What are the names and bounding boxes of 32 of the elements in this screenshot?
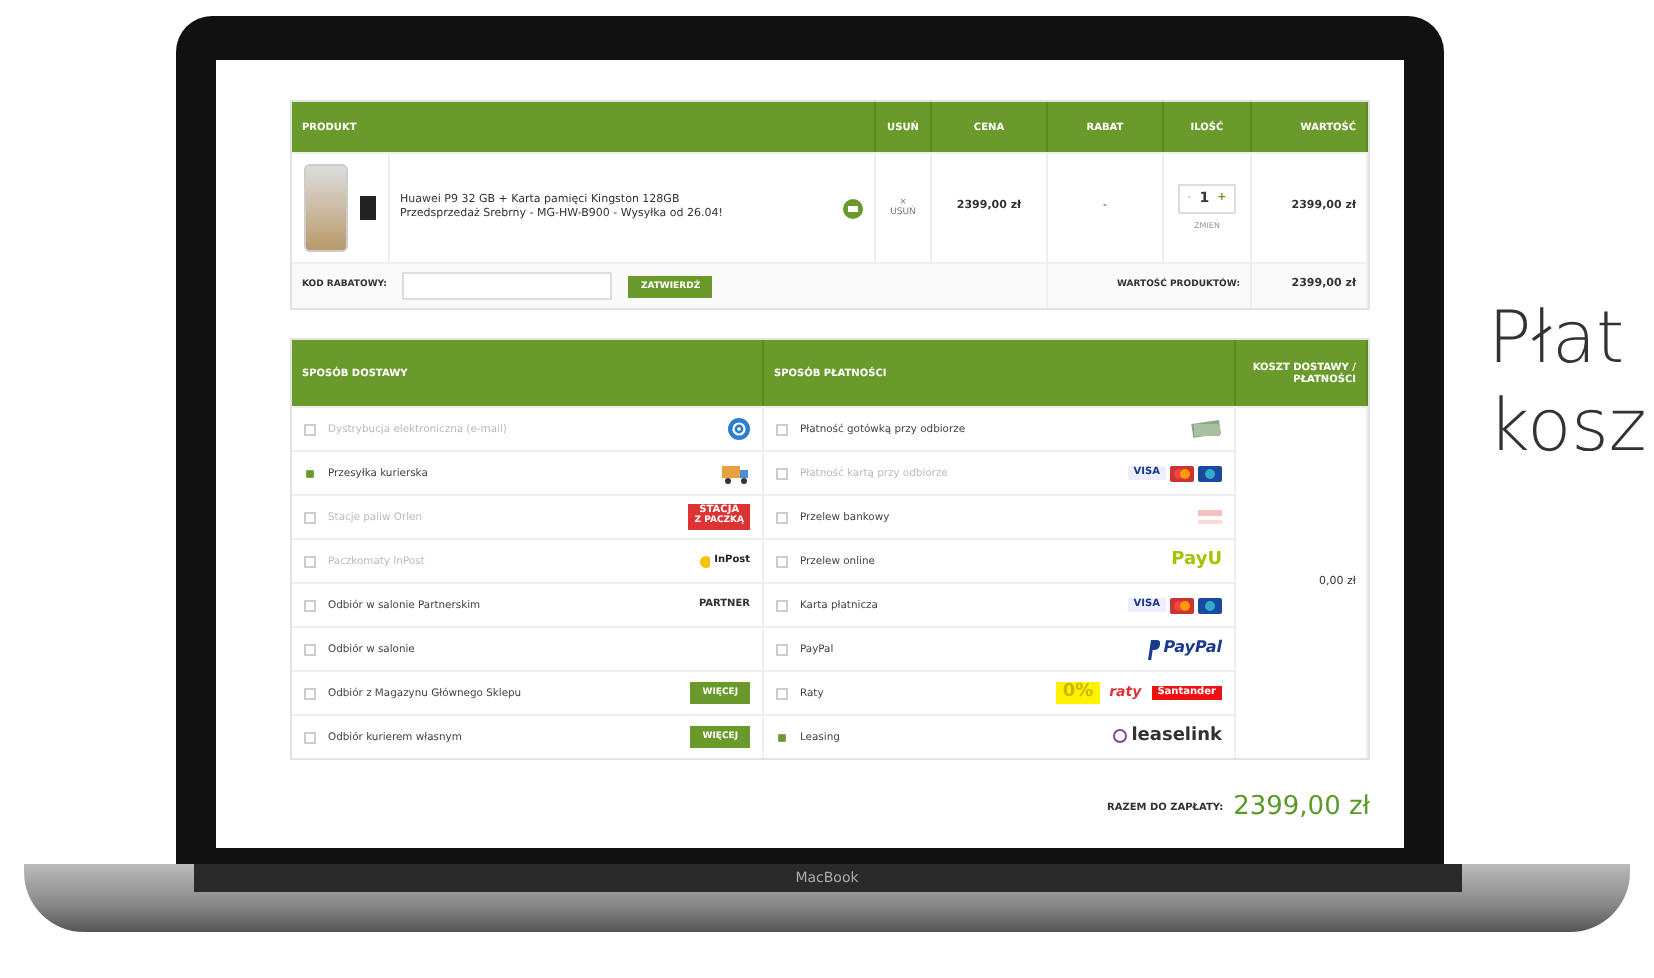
- radio-button[interactable]: [304, 687, 316, 699]
- memory-card-photo: [360, 196, 376, 220]
- grand-total: 2399,00 zł: [1233, 792, 1370, 826]
- radio-button[interactable]: [306, 469, 314, 477]
- radio-button[interactable]: [776, 511, 788, 523]
- card-icon: [1198, 597, 1222, 613]
- truck-icon: [722, 463, 750, 483]
- radio-button[interactable]: [776, 599, 788, 611]
- radio-button[interactable]: [304, 643, 316, 655]
- phone-photo: [304, 164, 348, 252]
- banknotes-icon: [1190, 420, 1222, 438]
- coupon-field[interactable]: [402, 272, 613, 300]
- radio-button[interactable]: [776, 643, 788, 655]
- radio-button[interactable]: [304, 599, 316, 611]
- heading-text: kosz: [1488, 384, 1647, 472]
- card-icon: [1170, 597, 1194, 613]
- radio-button[interactable]: [776, 423, 788, 435]
- card-icon: [1170, 465, 1194, 481]
- radio-button[interactable]: [778, 733, 786, 741]
- paypal-mark-icon: [1145, 639, 1160, 659]
- radio-button[interactable]: [304, 731, 316, 743]
- payu-logo: PayU: [1171, 551, 1222, 571]
- card-icon: [1198, 465, 1222, 481]
- radio-button[interactable]: [776, 555, 788, 567]
- paypal-logo: PayPal: [1163, 640, 1222, 658]
- bank-logo-icon: [1198, 509, 1222, 525]
- round-badge-icon: [842, 197, 864, 219]
- leaselink-logo: leaselink: [1131, 727, 1222, 747]
- heading-text: Płat: [1488, 296, 1627, 384]
- zero-percent-badge: 0%: [1056, 681, 1100, 705]
- leaselink-symbol-icon: [1111, 728, 1128, 745]
- radio-button[interactable]: [776, 687, 788, 699]
